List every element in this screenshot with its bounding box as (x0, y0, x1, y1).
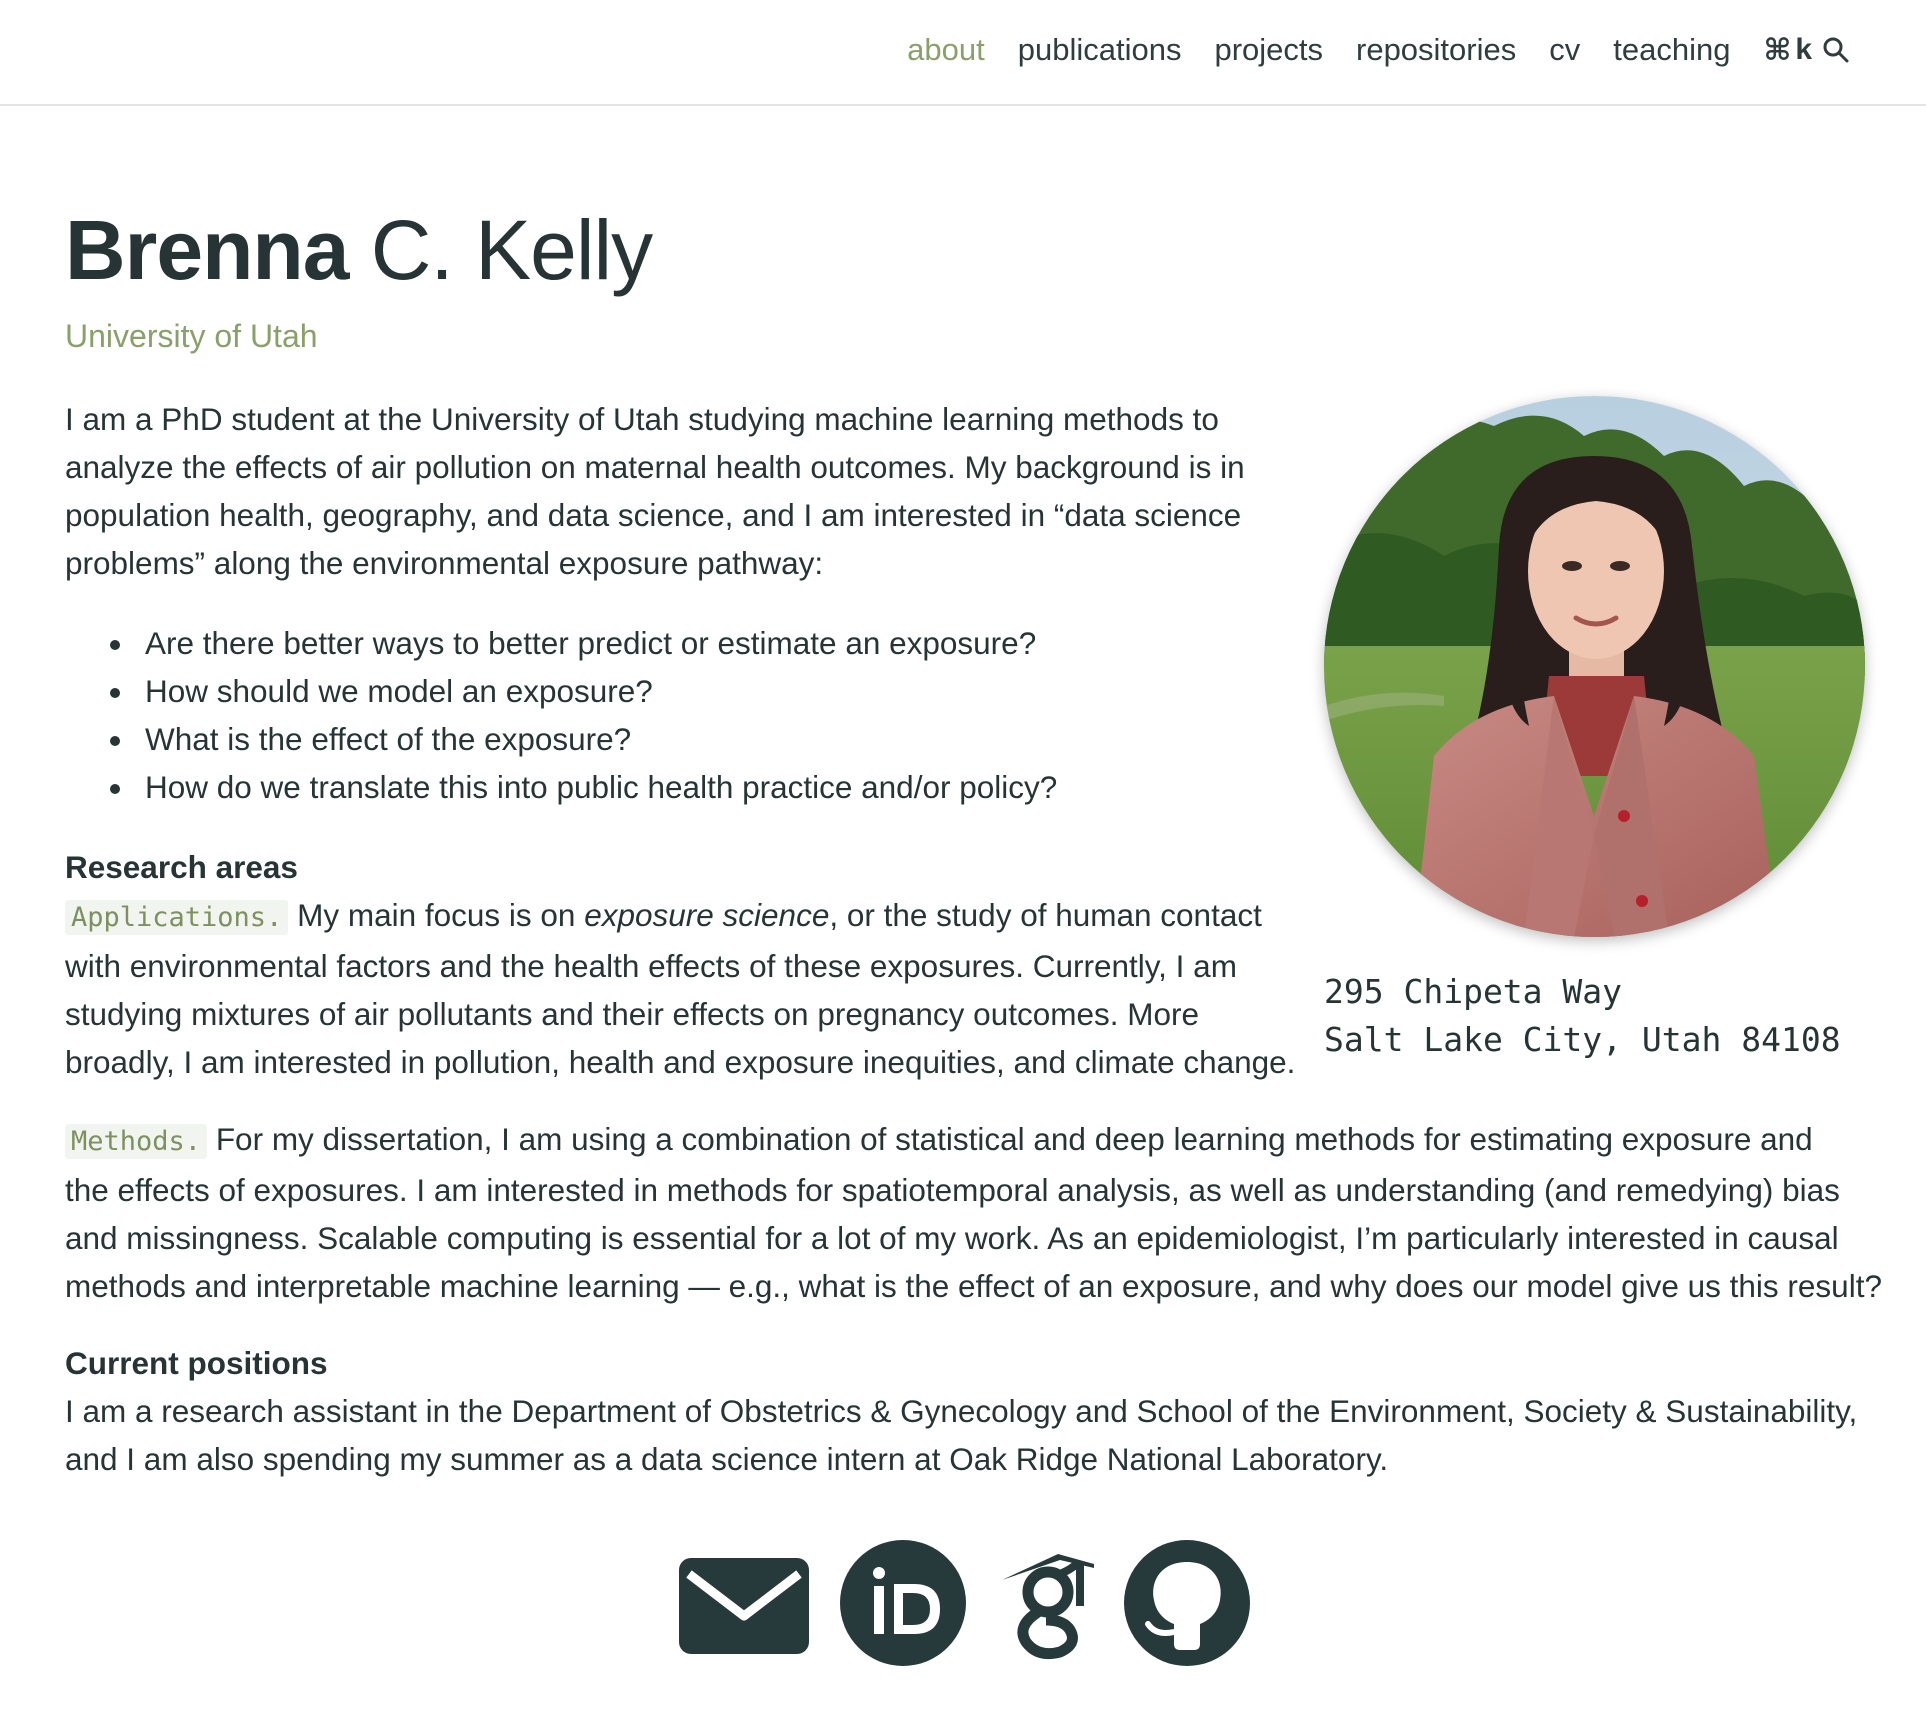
social-links (0, 1540, 1926, 1670)
positions-line: I am a research assistant in the Departm… (65, 1393, 1858, 1429)
methods-text: For my dissertation, I am using a combin… (215, 1121, 1813, 1157)
orcid-icon[interactable] (840, 1540, 966, 1666)
profile-photo (1324, 396, 1865, 937)
applications-line: Applications. My main focus is on exposu… (65, 891, 1325, 942)
intro-line: analyze the effects of air pollution on … (65, 449, 1245, 485)
envelope-icon[interactable] (679, 1540, 809, 1670)
positions-line: and I am also spending my summer as a da… (65, 1441, 1389, 1477)
search-icon (1823, 37, 1849, 63)
methods-line: and missingness. Scalable computing is e… (65, 1220, 1839, 1256)
intro-line: problems” along the environmental exposu… (65, 545, 824, 581)
exposure-science-emphasis: exposure science (584, 897, 830, 933)
list-item: What is the effect of the exposure? (65, 715, 1057, 763)
address-line: 295 Chipeta Way (1324, 972, 1623, 1011)
google-scholar-icon[interactable] (998, 1540, 1098, 1670)
methods-line: methods and interpretable machine learni… (65, 1268, 1882, 1304)
list-item: How do we translate this into public hea… (65, 763, 1057, 811)
last-name: C. Kelly (370, 203, 653, 297)
affiliation: University of Utah (65, 318, 318, 354)
applications-paragraph: Applications. My main focus is on exposu… (65, 891, 1325, 1086)
applications-text: , or the study of human contact (829, 897, 1262, 933)
profile-portrait-image (1324, 396, 1865, 937)
page-title: Brenna C. Kelly (65, 200, 653, 300)
methods-paragraph: Methods. For my dissertation, I am using… (65, 1115, 1882, 1310)
nav-item-repositories[interactable]: repositories (1356, 32, 1516, 68)
github-icon[interactable] (1124, 1540, 1250, 1666)
nav-item-projects[interactable]: projects (1214, 32, 1323, 68)
nav-item-publications[interactable]: publications (1018, 32, 1182, 68)
applications-tag: Applications. (65, 900, 289, 935)
methods-tag: Methods. (65, 1124, 208, 1159)
address-line: Salt Lake City, Utah 84108 (1324, 1020, 1841, 1059)
positions-paragraph: I am a research assistant in the Departm… (65, 1387, 1875, 1483)
list-item: How should we model an exposure? (65, 667, 1057, 715)
nav-menu: about publications projects repositories… (874, 28, 1850, 72)
search-button[interactable]: ⌘ k (1763, 33, 1850, 68)
research-questions-list: Are there better ways to better predict … (65, 619, 1057, 811)
nav-item-cv[interactable]: cv (1549, 32, 1580, 68)
nav-item-teaching[interactable]: teaching (1613, 32, 1730, 68)
applications-text: My main focus is on (297, 897, 585, 933)
command-key-symbol: ⌘ (1763, 33, 1792, 67)
applications-line: with environmental factors and the healt… (65, 948, 1237, 984)
first-name: Brenna (65, 203, 349, 297)
applications-line: studying mixtures of air pollutants and … (65, 996, 1200, 1032)
research-areas-heading: Research areas (65, 849, 298, 885)
navbar: about publications projects repositories… (0, 0, 1926, 106)
applications-line: broadly, I am interested in pollution, h… (65, 1044, 1296, 1080)
intro-line: I am a PhD student at the University of … (65, 401, 1219, 437)
address: 295 Chipeta Way Salt Lake City, Utah 841… (1324, 968, 1841, 1064)
nav-item-about[interactable]: about (907, 32, 985, 68)
intro-paragraph: I am a PhD student at the University of … (65, 395, 1305, 587)
intro-line: population health, geography, and data s… (65, 497, 1242, 533)
shortcut-key: k (1795, 33, 1812, 66)
methods-line: Methods. For my dissertation, I am using… (65, 1115, 1875, 1166)
list-item: Are there better ways to better predict … (65, 619, 1057, 667)
current-positions-heading: Current positions (65, 1345, 328, 1381)
methods-line: the effects of exposures. I am intereste… (65, 1172, 1840, 1208)
